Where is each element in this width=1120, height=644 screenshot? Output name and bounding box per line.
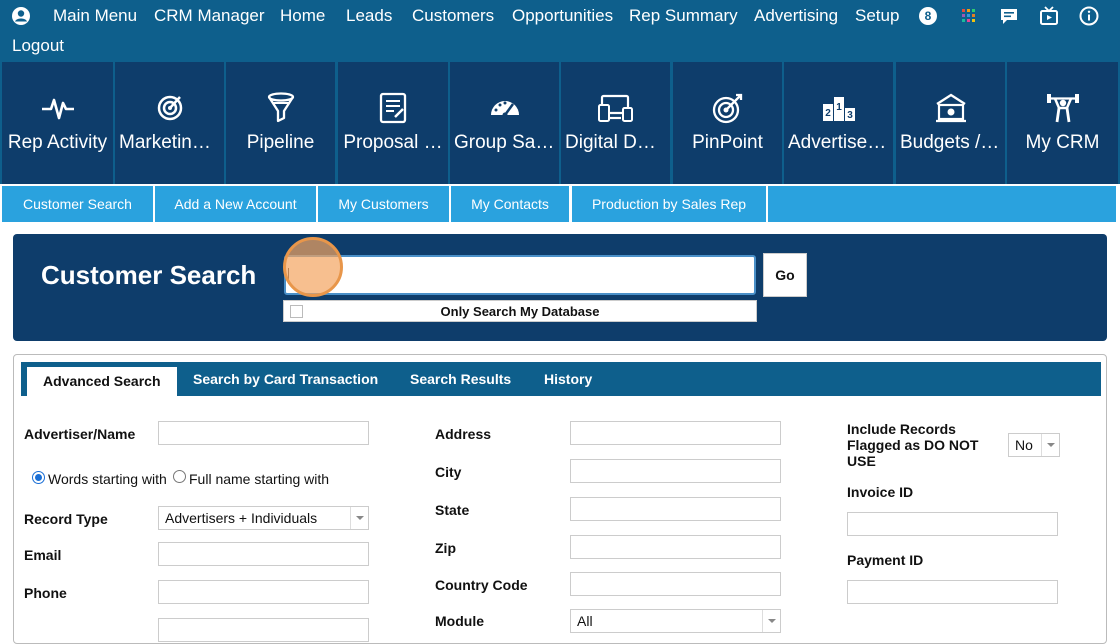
nav-home[interactable]: Home — [280, 6, 325, 26]
nav-advertising[interactable]: Advertising — [754, 6, 838, 26]
phone-label: Phone — [24, 585, 67, 601]
svg-text:1: 1 — [836, 102, 842, 113]
advanced-tabs: Advanced Search Search by Card Transacti… — [21, 362, 1101, 396]
module-tiles: Rep Activity Marketing… Pipeline Proposa… — [0, 60, 1120, 184]
nav-rep-summary[interactable]: Rep Summary — [629, 6, 738, 26]
record-type-select[interactable]: Advertisers + Individuals — [158, 506, 369, 530]
country-code-label: Country Code — [435, 577, 528, 593]
go-button[interactable]: Go — [763, 253, 807, 297]
tile-rep-activity[interactable]: Rep Activity — [2, 62, 113, 184]
words-starting-with-radio[interactable] — [32, 471, 45, 484]
country-code-input[interactable] — [570, 572, 781, 596]
phone-input[interactable] — [158, 580, 369, 604]
subtab-my-customers[interactable]: My Customers — [318, 186, 449, 222]
city-input[interactable] — [570, 459, 781, 483]
email-input[interactable] — [158, 542, 369, 566]
svg-text:3: 3 — [847, 110, 853, 121]
do-not-use-label-line1: Include Records — [847, 421, 956, 437]
svg-text:2: 2 — [825, 108, 831, 119]
zip-label: Zip — [435, 540, 456, 556]
invoice-id-label: Invoice ID — [847, 484, 914, 500]
subtab-add-new-account[interactable]: Add a New Account — [155, 186, 316, 222]
full-name-starting-with-radio[interactable] — [173, 470, 186, 483]
nav-opportunities[interactable]: Opportunities — [512, 6, 613, 26]
state-label: State — [435, 502, 470, 518]
weightlifter-icon — [1007, 90, 1118, 126]
nav-setup[interactable]: Setup — [855, 6, 899, 26]
nav-leads[interactable]: Leads — [346, 6, 392, 26]
tile-group-sales[interactable]: Group Sal… — [450, 62, 559, 184]
tile-budgets[interactable]: Budgets / … — [896, 62, 1005, 184]
customer-search-panel: Customer Search Go Only Search My Databa… — [13, 234, 1107, 341]
subtab-filler — [768, 186, 1116, 222]
address-label: Address — [435, 426, 492, 442]
tile-pinpoint[interactable]: PinPoint — [673, 62, 782, 184]
advertiser-name-label: Advertiser/Name — [24, 426, 136, 442]
address-input[interactable] — [570, 421, 781, 445]
only-my-database-label: Only Search My Database — [440, 304, 600, 319]
invoice-id-input[interactable] — [847, 512, 1058, 536]
devices-icon — [561, 90, 670, 126]
customer-subtabs: Customer Search Add a New Account My Cus… — [0, 184, 1120, 222]
document-edit-icon — [338, 90, 448, 126]
chevron-down-icon — [1041, 434, 1059, 456]
advertiser-name-input[interactable] — [158, 421, 369, 445]
subtab-my-contacts[interactable]: My Contacts — [451, 186, 569, 222]
notification-badge[interactable]: 8 — [919, 5, 941, 27]
tab-search-by-card-transaction[interactable]: Search by Card Transaction — [193, 362, 378, 396]
info-icon[interactable] — [1078, 5, 1100, 27]
module-select[interactable]: All — [570, 609, 781, 633]
subtab-production-by-sales-rep[interactable]: Production by Sales Rep — [572, 186, 766, 222]
nav-crm-manager[interactable]: CRM Manager — [154, 6, 265, 26]
gauge-icon — [450, 90, 559, 126]
tab-advanced-search[interactable]: Advanced Search — [27, 367, 177, 396]
customer-search-input[interactable] — [284, 255, 756, 295]
apps-grid-icon[interactable] — [958, 5, 980, 27]
chat-icon[interactable] — [998, 5, 1020, 27]
nav-customers[interactable]: Customers — [412, 6, 494, 26]
extra-left-input[interactable] — [158, 618, 369, 642]
tile-marketing[interactable]: Marketing… — [115, 62, 224, 184]
funnel-icon — [226, 90, 335, 126]
record-type-label: Record Type — [24, 511, 108, 527]
do-not-use-select[interactable]: No — [1008, 433, 1060, 457]
page-title: Customer Search — [41, 260, 257, 290]
payment-id-label: Payment ID — [847, 552, 924, 568]
tile-pipeline[interactable]: Pipeline — [226, 62, 335, 184]
only-my-database-option[interactable]: Only Search My Database — [283, 300, 757, 322]
tab-search-results[interactable]: Search Results — [410, 362, 511, 396]
tile-digital[interactable]: Digital De… — [561, 62, 670, 184]
payment-id-input[interactable] — [847, 580, 1058, 604]
tv-icon[interactable] — [1038, 5, 1060, 27]
email-label: Email — [24, 547, 62, 563]
zip-input[interactable] — [570, 535, 781, 559]
podium-icon: 213 — [784, 90, 893, 126]
top-navigation-bar: Main Menu CRM Manager Home Leads Custome… — [0, 0, 1120, 60]
tile-proposal[interactable]: Proposal … — [338, 62, 448, 184]
bullseye-icon — [673, 90, 782, 126]
chevron-down-icon — [762, 610, 780, 632]
do-not-use-label-line2: Flagged as DO NOT — [847, 437, 979, 453]
target-icon — [115, 90, 224, 126]
city-label: City — [435, 464, 462, 480]
tab-history[interactable]: History — [544, 362, 592, 396]
module-label: Module — [435, 613, 484, 629]
advanced-search-panel: Advanced Search Search by Card Transacti… — [13, 354, 1107, 644]
tile-my-crm[interactable]: My CRM — [1007, 62, 1118, 184]
chevron-down-icon — [350, 507, 368, 529]
state-input[interactable] — [570, 497, 781, 521]
user-icon[interactable] — [10, 5, 32, 27]
nav-logout[interactable]: Logout — [12, 36, 64, 56]
words-starting-with-label: Words starting with — [48, 471, 167, 487]
money-house-icon — [896, 90, 1005, 126]
nav-main-menu[interactable]: Main Menu — [53, 6, 137, 26]
text-cursor — [288, 268, 289, 284]
tile-advertiser[interactable]: 213 Advertiser… — [784, 62, 893, 184]
subtab-customer-search[interactable]: Customer Search — [2, 186, 153, 222]
do-not-use-label-line3: USE — [847, 453, 876, 469]
full-name-starting-with-label: Full name starting with — [189, 471, 330, 487]
pulse-icon — [2, 90, 113, 126]
